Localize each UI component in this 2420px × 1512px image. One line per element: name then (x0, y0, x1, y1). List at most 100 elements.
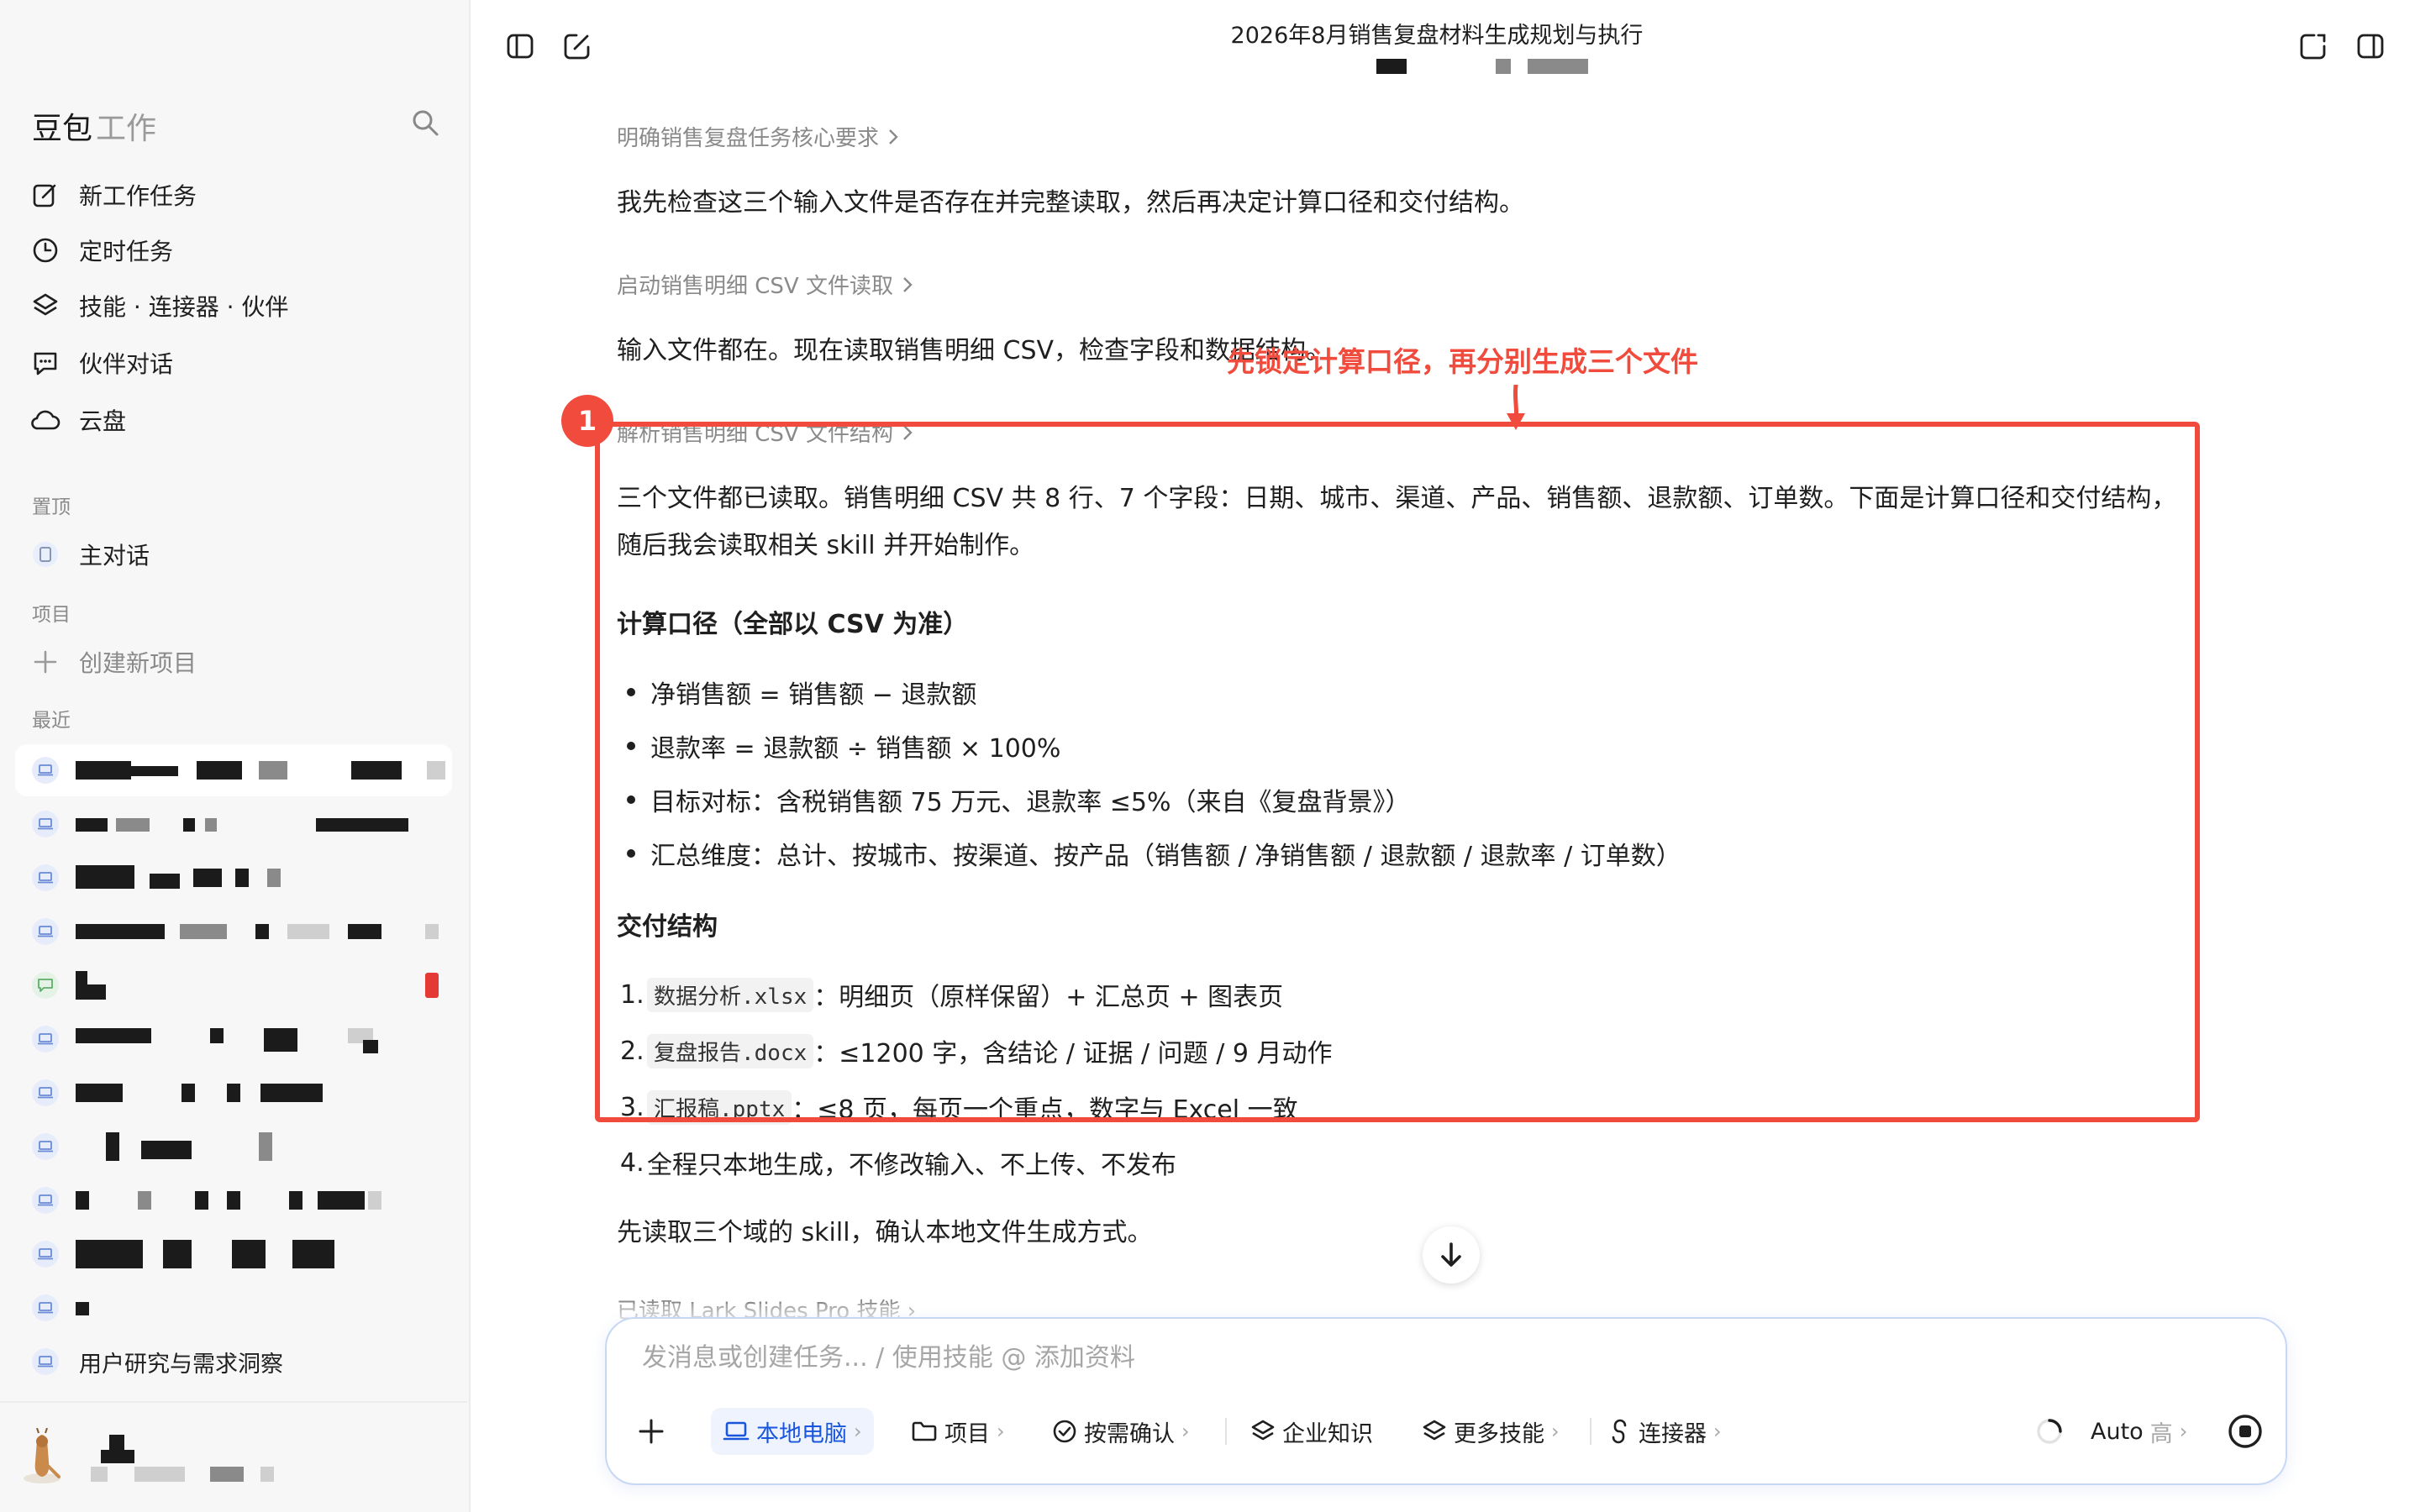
nav-scheduled-task[interactable]: 定时任务 (29, 230, 173, 270)
recent-item[interactable] (15, 1121, 452, 1173)
create-project-button[interactable]: 创建新项目 (29, 642, 197, 682)
layers-icon (29, 289, 62, 323)
redacted-text (227, 1084, 240, 1102)
redacted-text (76, 1028, 151, 1043)
redacted-text (289, 1191, 302, 1210)
sidebar: 豆包 工作 新工作任务 定时任务 技能 · 连接器 · 伙伴 伙伴对话 云盘 置顶… (0, 0, 471, 1512)
arrow-down-icon (1441, 1242, 1461, 1267)
redacted-text (76, 818, 108, 832)
plus-icon (29, 645, 62, 679)
redacted-text (193, 869, 222, 887)
model-name: Auto (2091, 1418, 2144, 1445)
connector-button[interactable]: 连接器 › (1607, 1408, 1722, 1455)
step-header[interactable]: 明确销售复盘任务核心要求 (617, 121, 899, 152)
recent-item[interactable] (15, 744, 452, 796)
redacted-text (264, 1028, 297, 1052)
redacted-text (351, 761, 402, 780)
folder-icon (912, 1421, 937, 1441)
redacted-text (348, 924, 381, 939)
unread-flag (425, 973, 439, 998)
enterprise-knowledge-button[interactable]: 企业知识 (1250, 1408, 1373, 1455)
nav-label: 新工作任务 (79, 182, 197, 210)
redacted-text (109, 1435, 124, 1450)
new-chat-icon[interactable] (561, 30, 593, 62)
assistant-text: 输入文件都在。现在读取销售明细 CSV，检查字段和数据结构。 (617, 336, 1332, 365)
recent-item-user-research[interactable]: 用户研究与需求洞察 (15, 1336, 452, 1388)
annotation-text: 先锁定计算口径，再分别生成三个文件 (1227, 345, 1698, 378)
clock-icon (29, 234, 62, 267)
chevron-right-icon: › (997, 1420, 1005, 1443)
laptop-icon (32, 1241, 59, 1268)
toggle-sidebar-icon[interactable] (504, 30, 536, 62)
model-selector[interactable]: Auto 高 › (2091, 1408, 2187, 1455)
tool-label: 企业知识 (1282, 1420, 1373, 1447)
redacted-text (106, 1132, 119, 1161)
projects-label: 项目 (32, 604, 71, 626)
chevron-right-icon: › (1551, 1420, 1560, 1443)
stop-button[interactable] (2227, 1413, 2264, 1450)
nav-partner-chat[interactable]: 伙伴对话 (29, 343, 173, 383)
list-item-text: 全程只本地生成，不修改输入、不上传、不发布 (647, 1151, 1176, 1180)
pinned-label: 置顶 (32, 496, 71, 518)
project-button[interactable]: 项目 › (911, 1408, 1005, 1455)
toggle-panel-icon[interactable] (2354, 30, 2386, 62)
recent-item[interactable] (15, 959, 452, 1011)
recent-item[interactable] (15, 1067, 452, 1119)
conversation-title[interactable]: 2026年8月销售复盘材料生成规划与执行 (1176, 17, 1697, 50)
nav-skills[interactable]: 技能 · 连接器 · 伙伴 (29, 286, 288, 326)
confirm-mode-button[interactable]: 按需确认 › (1052, 1408, 1190, 1455)
pinned-main-chat[interactable]: 主对话 (29, 534, 150, 575)
annotation-arrow-icon (1504, 385, 1528, 432)
redacted-text (116, 818, 150, 832)
search-icon[interactable] (410, 108, 440, 138)
assistant-text: 先读取三个域的 skill，确认本地文件生成方式。 (617, 1218, 1153, 1247)
nav-label: 定时任务 (79, 238, 174, 265)
list-item: 4. 全程只本地生成，不修改输入、不上传、不发布 (620, 1144, 1176, 1181)
redacted-text (197, 761, 242, 780)
redacted-text (232, 1240, 266, 1268)
scroll-to-bottom-button[interactable] (1423, 1226, 1480, 1284)
check-circle-icon (1053, 1420, 1076, 1443)
laptop-icon (32, 757, 59, 784)
laptop-icon (32, 1133, 59, 1160)
recent-item[interactable] (15, 1228, 452, 1280)
connector-icon (1612, 1419, 1627, 1444)
redacted-text (235, 869, 249, 887)
nav-new-task[interactable]: 新工作任务 (29, 175, 197, 215)
chevron-right-icon: › (1181, 1420, 1190, 1443)
redacted-text (76, 1084, 123, 1102)
redacted-text (210, 1467, 244, 1482)
recent-item[interactable] (15, 852, 452, 904)
laptop-icon (32, 1079, 59, 1106)
laptop-icon (32, 1187, 59, 1214)
redacted-text (131, 766, 178, 776)
local-computer-button[interactable]: 本地电脑 › (711, 1408, 874, 1455)
more-skills-button[interactable]: 更多技能 › (1422, 1408, 1560, 1455)
recent-item[interactable] (15, 798, 452, 850)
step-header[interactable]: 启动销售明细 CSV 文件读取 (617, 269, 913, 300)
chat-icon (29, 346, 62, 380)
laptop-icon (723, 1421, 750, 1441)
recent-item[interactable] (15, 906, 452, 958)
chat-bubble-icon (32, 972, 59, 999)
message-input[interactable] (640, 1337, 2072, 1378)
step-label: 启动销售明细 CSV 文件读取 (617, 274, 893, 299)
share-icon[interactable] (2297, 30, 2329, 62)
document-icon (29, 538, 62, 571)
stop-icon (2228, 1415, 2262, 1448)
layers-icon (1251, 1420, 1275, 1441)
redacted-text (292, 1240, 334, 1268)
pinned-item-label: 主对话 (79, 542, 150, 570)
redacted-text (1496, 59, 1511, 74)
chevron-right-icon: › (854, 1420, 862, 1443)
brand-secondary: 工作 (96, 112, 157, 146)
redacted-text (163, 1240, 192, 1268)
laptop-icon (32, 864, 59, 891)
tool-label: 项目 (944, 1420, 990, 1447)
recent-item[interactable] (15, 1174, 452, 1226)
attach-button[interactable] (637, 1408, 666, 1455)
recent-item[interactable] (15, 1282, 452, 1334)
nav-cloud-drive[interactable]: 云盘 (29, 400, 126, 440)
avatar[interactable] (20, 1428, 64, 1485)
recent-item[interactable] (15, 1013, 452, 1065)
